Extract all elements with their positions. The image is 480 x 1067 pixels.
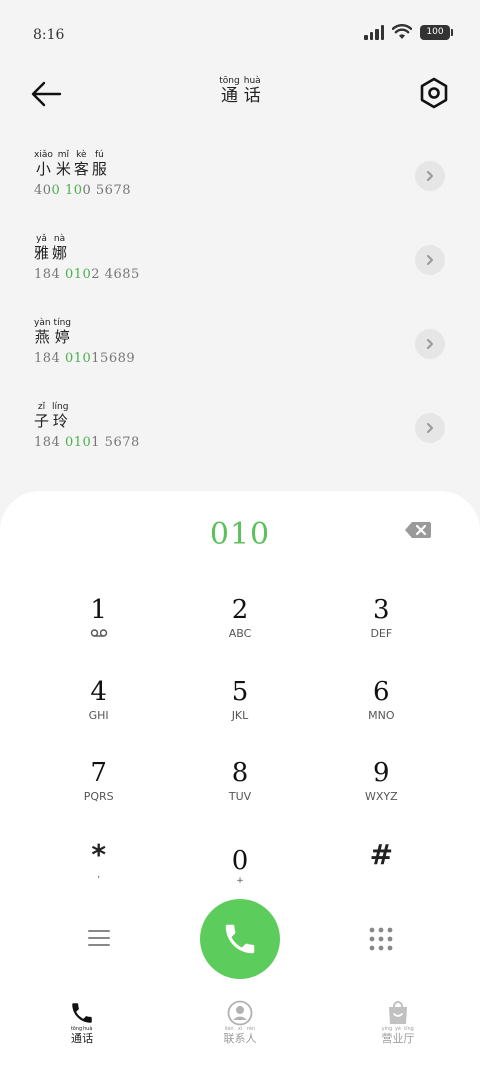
call-button[interactable]	[200, 899, 280, 979]
menu-button[interactable]	[87, 929, 111, 951]
signal-icon	[364, 24, 384, 40]
backspace-icon	[405, 522, 431, 538]
chevron-right-icon	[427, 423, 433, 433]
key-7[interactable]: 7 PQRS	[28, 754, 169, 836]
contact-number: 400 100 5678	[34, 183, 131, 198]
contact-item[interactable]: 燕yàn 婷tíng 184 01015689	[0, 308, 480, 392]
chevron-right-icon	[427, 255, 433, 265]
key-9[interactable]: 9 WXYZ	[311, 754, 452, 836]
contact-item[interactable]: 雅yǎ 娜nà 184 0102 4685	[0, 224, 480, 308]
tab-label: 营yíng业yè厅tīng	[381, 1026, 415, 1045]
keypad: 1 2 ABC 3 DEF 4 GHI 5 JKL 6 MNO 7 PQRS 8…	[28, 591, 452, 917]
contact-item[interactable]: 子zǐ 玲líng 184 0101 5678	[0, 392, 480, 476]
key-1[interactable]: 1	[28, 591, 169, 673]
phone-icon	[72, 1003, 92, 1023]
phone-icon	[225, 924, 255, 954]
keypad-toggle-button[interactable]	[368, 926, 394, 956]
contact-name: 雅yǎ 娜nà	[34, 234, 68, 262]
dots-grid-icon	[369, 927, 393, 951]
dialer-actions	[0, 899, 480, 979]
page-title: 通tōng 话huà	[219, 76, 261, 106]
contact-number: 184 01015689	[34, 351, 136, 366]
contact-detail-button[interactable]	[415, 413, 445, 443]
status-bar: 8:16 100	[0, 0, 480, 70]
contacts-icon	[227, 1000, 253, 1026]
contact-name: 子zǐ 玲líng	[34, 402, 69, 430]
settings-hexagon-icon	[420, 77, 448, 109]
key-2[interactable]: 2 ABC	[169, 591, 310, 673]
battery-icon: 100	[420, 24, 453, 40]
key-5[interactable]: 5 JKL	[169, 673, 310, 755]
battery-level: 100	[426, 27, 444, 37]
tab-store[interactable]: 营yíng业yè厅tīng	[358, 1000, 438, 1046]
tab-calls[interactable]: 通tōng话huà	[42, 1000, 122, 1046]
contact-name: 燕yàn 婷tíng	[34, 318, 71, 346]
dialer-panel: 010 1 2 ABC 3 DEF 4 GHI 5 JKL 6 MNO 7 PQ…	[0, 491, 480, 1067]
contact-list: 小xiǎo 米mǐ 客kè 服fú 400 100 5678 雅yǎ 娜nà 1…	[0, 140, 480, 476]
tab-label: 联lián系xì人rén	[223, 1026, 257, 1045]
contact-detail-button[interactable]	[415, 329, 445, 359]
key-8[interactable]: 8 TUV	[169, 754, 310, 836]
tab-contacts[interactable]: 联lián系xì人rén	[200, 1000, 280, 1046]
key-3[interactable]: 3 DEF	[311, 591, 452, 673]
status-icons: 100	[364, 24, 453, 40]
contact-number: 184 0101 5678	[34, 435, 140, 450]
header: 通tōng 话huà	[0, 70, 480, 120]
contact-detail-button[interactable]	[415, 161, 445, 191]
tab-bar: 通tōng话huà 联lián系xì人rén 营yíng业yè厅tīng	[0, 988, 480, 1067]
key-4[interactable]: 4 GHI	[28, 673, 169, 755]
contact-number: 184 0102 4685	[34, 267, 140, 282]
menu-icon	[88, 930, 110, 946]
settings-button[interactable]	[418, 76, 450, 112]
contact-item[interactable]: 小xiǎo 米mǐ 客kè 服fú 400 100 5678	[0, 140, 480, 224]
chevron-right-icon	[427, 171, 433, 181]
contact-detail-button[interactable]	[415, 245, 445, 275]
store-icon	[389, 1001, 407, 1024]
key-6[interactable]: 6 MNO	[311, 673, 452, 755]
backspace-button[interactable]	[404, 521, 432, 543]
voicemail-icon	[90, 629, 107, 637]
tab-label: 通tōng话huà	[70, 1026, 94, 1045]
wifi-icon	[392, 24, 412, 39]
chevron-right-icon	[427, 339, 433, 349]
status-time: 8:16	[33, 27, 65, 43]
contact-name: 小xiǎo 米mǐ 客kè 服fú	[34, 150, 107, 178]
